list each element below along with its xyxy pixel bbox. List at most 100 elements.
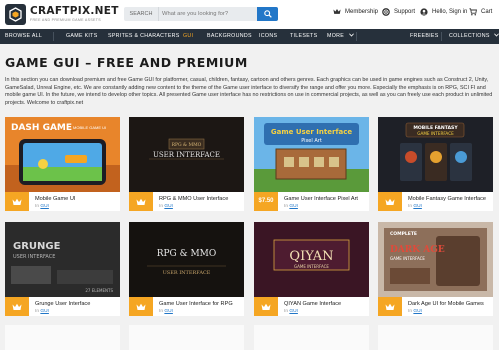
- thumbnail-text: GAME INTERFACE: [390, 256, 425, 261]
- category-link[interactable]: GUI: [413, 309, 422, 314]
- premium-badge: [378, 297, 402, 316]
- cart-icon: [469, 8, 477, 16]
- nav-more[interactable]: MORE: [327, 29, 354, 44]
- thumbnail-text: RPG & MMO: [172, 142, 202, 148]
- product-title[interactable]: RPG & MMO User Interface: [159, 196, 243, 202]
- thumbnail-text: USER INTERFACE: [13, 254, 55, 260]
- product-category: In GUI: [35, 204, 49, 209]
- logo-tagline: FREE AND PREMIUM GAME ASSETS: [30, 18, 101, 22]
- site-logo[interactable]: CRAFTPIX.NET FREE AND PREMIUM GAME ASSET…: [5, 4, 118, 25]
- logo-icon: [5, 4, 26, 25]
- nav-browse-all[interactable]: BROWSE ALL: [5, 29, 42, 44]
- main-navigation: BROWSE ALL GAME KITS SPRITES & CHARACTER…: [0, 29, 499, 44]
- premium-badge: [129, 297, 153, 316]
- product-card-rpg-ui[interactable]: RPG & MMO USER INTERFACE Game User Inter…: [129, 222, 244, 316]
- search-scope-label[interactable]: SEARCH: [124, 7, 159, 21]
- product-title[interactable]: QIYAN Game Interface: [284, 301, 368, 307]
- product-title[interactable]: Grunge User Interface: [35, 301, 119, 307]
- category-link[interactable]: GUI: [164, 204, 173, 209]
- product-thumbnail[interactable]: RPG & MMO USER INTERFACE: [129, 222, 244, 297]
- crown-icon: [136, 198, 146, 205]
- nav-icons[interactable]: ICONS: [259, 29, 277, 44]
- crown-icon: [12, 198, 22, 205]
- thumbnail-text: GRUNGE: [13, 241, 61, 252]
- product-thumbnail[interactable]: Game User Interface Pixel Art: [254, 117, 369, 192]
- nav-divider: [441, 32, 442, 41]
- product-thumbnail[interactable]: RPG & MMO USER INTERFACE: [129, 117, 244, 192]
- thumbnail-text: QIYAN: [289, 249, 333, 264]
- chevron-down-icon: [348, 33, 354, 37]
- product-title[interactable]: Dark Age UI for Mobile Games: [408, 301, 492, 307]
- thumbnail-text: DASH GAME: [11, 123, 72, 133]
- product-card-dark-age-ui[interactable]: COMPLETE DARK AGE GAME INTERFACE Dark Ag…: [378, 222, 493, 316]
- thumbnail-text: Pixel Art: [301, 138, 322, 144]
- thumbnail-text: GAME INTERFACE: [294, 264, 329, 269]
- product-card-placeholder[interactable]: [378, 325, 493, 350]
- cart-link[interactable]: Cart: [469, 8, 492, 16]
- product-card-placeholder[interactable]: [129, 325, 244, 350]
- product-thumbnail[interactable]: MOBILE FANTASY GAME INTERFACE: [378, 117, 493, 192]
- product-category: In GUI: [159, 309, 173, 314]
- product-card-pixel-art-ui[interactable]: Game User Interface Pixel Art $7.50 Game…: [254, 117, 369, 211]
- nav-freebies[interactable]: FREEBIES: [410, 29, 439, 44]
- product-title[interactable]: Mobile Game UI: [35, 196, 119, 202]
- crown-icon: [261, 303, 271, 310]
- category-link[interactable]: GUI: [40, 309, 49, 314]
- product-card-grunge-ui[interactable]: GRUNGE USER INTERFACE 27 ELEMENTS Grunge…: [5, 222, 120, 316]
- crown-icon: [385, 198, 395, 205]
- thumbnail-text: 27 ELEMENTS: [85, 288, 113, 293]
- page-title: GAME GUI – FREE AND PREMIUM: [5, 55, 248, 70]
- search-bar: SEARCH: [124, 7, 278, 21]
- crown-icon: [333, 8, 341, 14]
- premium-badge: [254, 297, 278, 316]
- thumbnail-text: DARK AGE: [390, 245, 445, 255]
- nav-collections[interactable]: COLLECTIONS: [449, 29, 499, 44]
- category-link[interactable]: GUI: [289, 204, 298, 209]
- support-link[interactable]: Support: [382, 8, 415, 16]
- product-card-qiyan-ui[interactable]: QIYAN GAME INTERFACE QIYAN Game Interfac…: [254, 222, 369, 316]
- category-link[interactable]: GUI: [413, 204, 422, 209]
- product-thumbnail[interactable]: QIYAN GAME INTERFACE: [254, 222, 369, 297]
- top-header: CRAFTPIX.NET FREE AND PREMIUM GAME ASSET…: [0, 0, 499, 29]
- product-thumbnail[interactable]: GRUNGE USER INTERFACE 27 ELEMENTS: [5, 222, 120, 297]
- product-card-rpg-mmo-ui[interactable]: RPG & MMO USER INTERFACE RPG & MMO User …: [129, 117, 244, 211]
- product-thumbnail[interactable]: DASH GAME MOBILE GAME UI: [5, 117, 120, 192]
- product-title[interactable]: Game User Interface for RPG: [159, 301, 243, 307]
- nav-more-label: MORE: [327, 33, 345, 39]
- nav-tilesets[interactable]: TILESETS: [290, 29, 317, 44]
- nav-gui[interactable]: GUI: [183, 29, 193, 44]
- product-card-placeholder[interactable]: [5, 325, 120, 350]
- product-category: In GUI: [284, 204, 298, 209]
- category-link[interactable]: GUI: [289, 309, 298, 314]
- search-button[interactable]: [257, 7, 278, 21]
- product-thumbnail[interactable]: COMPLETE DARK AGE GAME INTERFACE: [378, 222, 493, 297]
- thumbnail-text: USER INTERFACE: [163, 270, 211, 276]
- logo-name: CRAFTPIX.NET: [30, 5, 119, 17]
- premium-badge: [5, 192, 29, 211]
- cart-label: Cart: [481, 9, 493, 15]
- chevron-down-icon: [494, 33, 499, 37]
- crown-icon: [385, 303, 395, 310]
- support-label: Support: [394, 9, 416, 15]
- product-card-mobile-game-ui[interactable]: DASH GAME MOBILE GAME UI Mobile Game UI …: [5, 117, 120, 211]
- user-icon: [420, 8, 428, 16]
- price-badge: $7.50: [254, 192, 278, 211]
- product-card-mobile-fantasy-ui[interactable]: MOBILE FANTASY GAME INTERFACE Mobile Fan…: [378, 117, 493, 211]
- membership-link[interactable]: Membership: [333, 8, 378, 15]
- sign-in-link[interactable]: Hello, Sign in: [420, 8, 467, 16]
- sign-in-label: Hello, Sign in: [432, 9, 468, 15]
- product-category: In GUI: [35, 309, 49, 314]
- thumbnail-text: Game User Interface: [271, 128, 352, 136]
- product-title[interactable]: Mobile Fantasy Game Interface: [408, 196, 492, 202]
- category-link[interactable]: GUI: [40, 204, 49, 209]
- nav-sprites-characters[interactable]: SPRITES & CHARACTERS: [108, 29, 180, 44]
- crown-icon: [12, 303, 22, 310]
- nav-backgrounds[interactable]: BACKGROUNDS: [207, 29, 252, 44]
- nav-collections-label: COLLECTIONS: [449, 33, 490, 39]
- nav-game-kits[interactable]: GAME KITS: [66, 29, 98, 44]
- search-input[interactable]: [162, 8, 254, 20]
- product-card-placeholder[interactable]: [254, 325, 369, 350]
- product-title[interactable]: Game User Interface Pixel Art: [284, 196, 368, 202]
- membership-label: Membership: [345, 8, 379, 15]
- category-link[interactable]: GUI: [164, 309, 173, 314]
